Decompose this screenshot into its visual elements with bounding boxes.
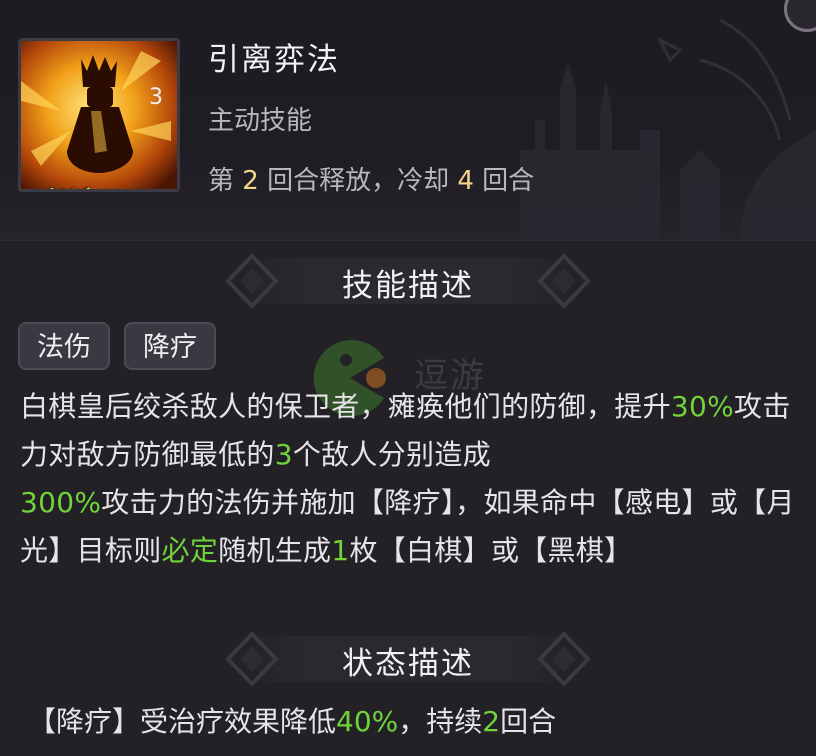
status-text: ，持续	[398, 705, 483, 738]
desc-value: 30%	[670, 390, 735, 423]
skill-header: 3 必杀 引离弈法 主动技能 第 2 回合释放，冷却 4 回合	[0, 0, 816, 241]
release-round: 2	[242, 166, 259, 196]
tag-heal-reduction: 降疗	[124, 322, 216, 370]
skill-name: 引离弈法	[208, 42, 340, 78]
skill-icon: 3 必杀	[18, 38, 180, 192]
desc-text: 白棋皇后绞杀敌人的保卫者，瘫痪他们的防御，提升	[20, 390, 671, 423]
skill-type: 主动技能	[208, 106, 313, 136]
desc-text: 随机生成	[218, 534, 332, 567]
chess-queen-icon	[21, 41, 177, 189]
desc-value: 1	[331, 534, 350, 567]
skill-level-number: 3	[149, 85, 163, 110]
desc-value: 必定	[161, 534, 219, 567]
cooldown-suffix: 回合	[473, 166, 535, 196]
section-title-label: 状态描述	[342, 646, 474, 682]
skill-description-text: 白棋皇后绞杀敌人的保卫者，瘫痪他们的防御，提升30%攻击力对敌方防御最低的3个敌…	[20, 383, 810, 575]
status-description-text: 【降疗】受治疗效果降低40%，持续2回合	[28, 700, 556, 740]
section-title-label: 技能描述	[342, 268, 474, 304]
desc-value: 3	[274, 438, 293, 471]
desc-text: 个敌人分别造成	[292, 438, 491, 471]
status-value: 40%	[336, 705, 399, 738]
skill-tags: 法伤 降疗	[18, 322, 230, 370]
skill-cooldown: 第 2 回合释放，冷却 4 回合	[208, 160, 534, 197]
cooldown-rounds: 4	[457, 166, 474, 196]
status-text: 【降疗】受治疗效果降低	[28, 705, 337, 738]
status-description-header: 状态描述	[0, 630, 816, 688]
tag-magic-damage: 法伤	[18, 322, 110, 370]
status-text: 回合	[500, 705, 557, 738]
cooldown-prefix: 第	[208, 166, 243, 196]
desc-value: 300%	[20, 486, 102, 519]
ultimate-badge: 必杀	[37, 181, 89, 189]
status-value: 2	[482, 705, 501, 738]
skill-description-header: 技能描述	[0, 252, 816, 310]
cooldown-middle: 回合释放，冷却	[258, 166, 458, 196]
desc-text: 枚【白棋】或【黑棋】	[349, 534, 633, 567]
